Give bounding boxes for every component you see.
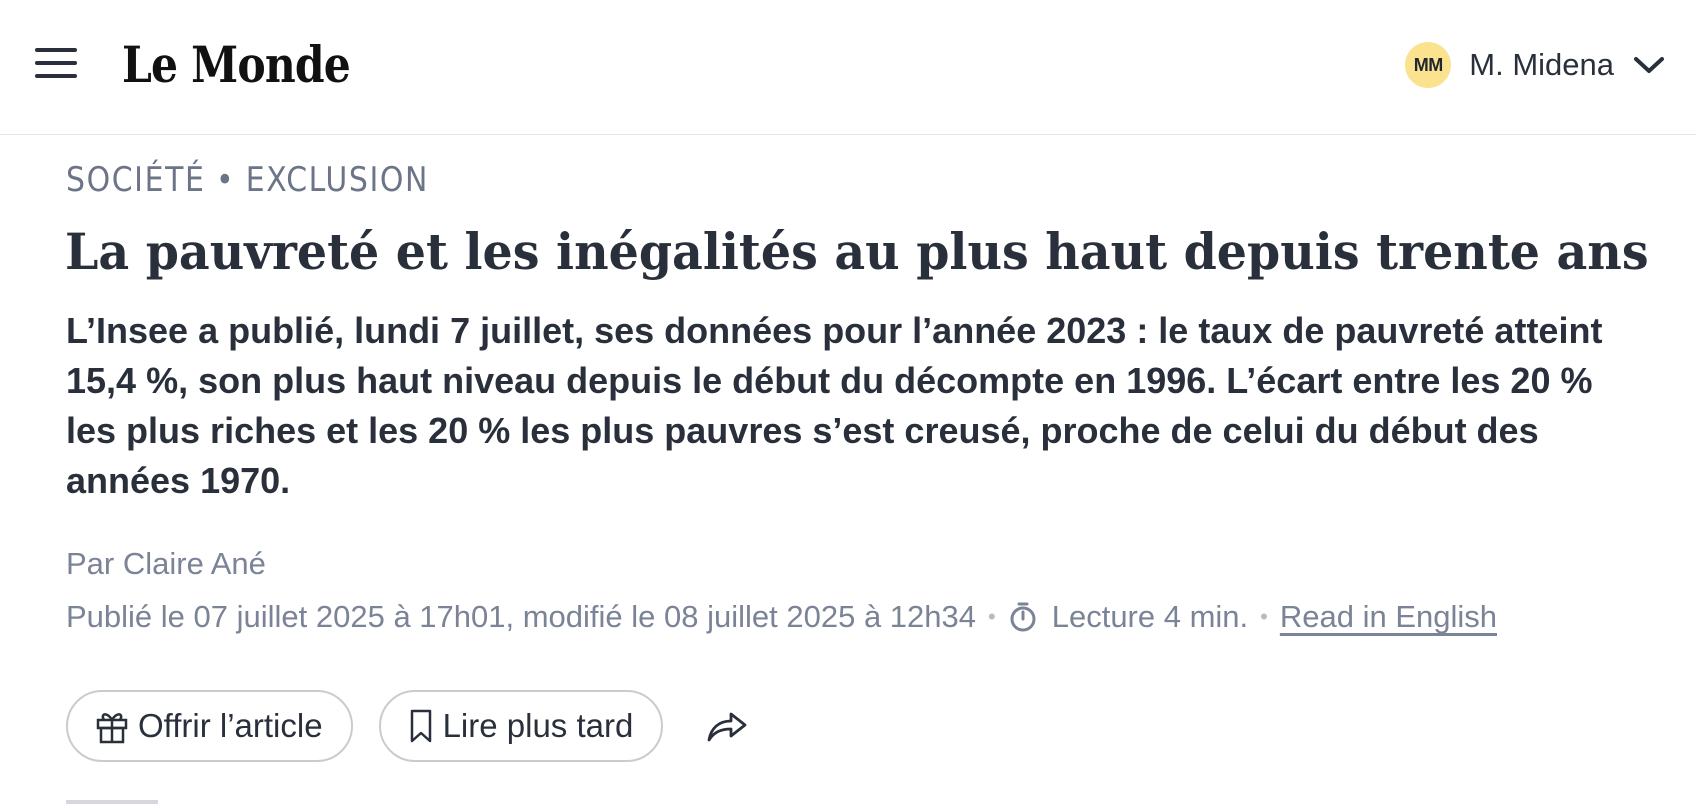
article-meta: Publié le 07 juillet 2025 à 17h01, modif… [66,594,1497,640]
section-divider [66,800,158,804]
meta-separator: • [988,604,996,629]
gift-article-label: Offrir l’article [138,707,323,744]
meta-separator: • [1260,604,1268,629]
read-in-english-link[interactable]: Read in English [1280,599,1497,635]
user-menu[interactable]: MM M. Midena [1405,40,1666,90]
top-bar: Le Monde MM M. Midena [0,0,1696,135]
kicker-tag[interactable]: EXCLUSION [246,160,429,200]
user-name: M. Midena [1469,47,1614,82]
article-byline: Par Claire Ané [66,546,266,581]
read-later-button[interactable]: Lire plus tard [378,690,664,762]
kicker-separator: • [215,160,236,200]
article-headline: La pauvreté et les inégalités au plus ha… [65,222,1649,281]
article-actions: Offrir l’article Lire plus tard [66,690,751,762]
gift-article-button[interactable]: Offrir l’article [66,690,353,762]
reading-time: Lecture 4 min. [1008,599,1248,635]
share-arrow-icon[interactable] [703,706,751,746]
gift-icon [96,713,128,744]
hamburger-menu-icon[interactable] [35,46,77,80]
logo-wordmark: Le Monde [122,35,351,94]
stopwatch-icon [1010,602,1036,632]
bookmark-icon [410,709,431,743]
publication-date: Publié le 07 juillet 2025 à 17h01, modif… [66,599,977,634]
kicker-section[interactable]: SOCIÉTÉ [66,160,205,200]
svg-text:Le Monde: Le Monde [122,35,350,94]
article-lede: L’Insee a publié, lundi 7 juillet, ses d… [66,310,1603,501]
chevron-down-icon [1634,57,1664,73]
avatar: MM [1405,42,1452,88]
reading-time-label: Lecture 4 min. [1051,599,1249,634]
article-kicker: SOCIÉTÉ • EXCLUSION [66,160,429,200]
read-later-label: Lire plus tard [442,707,634,744]
le-monde-logo[interactable]: Le Monde [122,34,352,96]
